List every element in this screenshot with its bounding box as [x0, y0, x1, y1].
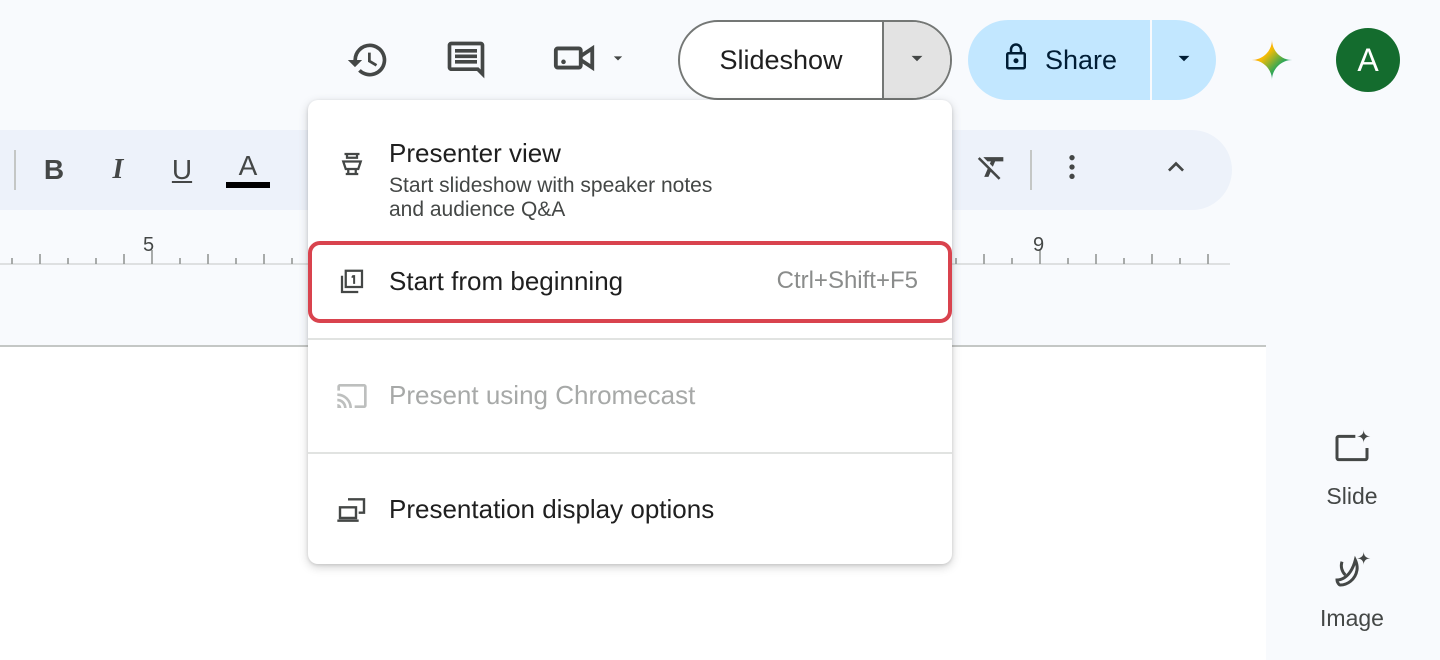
share-label: Share	[1044, 44, 1118, 75]
slide-sparkle-icon	[1332, 428, 1372, 473]
presenter-icon	[336, 148, 368, 180]
share-button-group: Share	[968, 20, 1216, 100]
ruler-number: 5	[143, 234, 155, 256]
menu-item-title: Start from beginning	[389, 266, 624, 296]
bold-button[interactable]: B	[32, 148, 76, 192]
italic-button[interactable]: I	[96, 148, 140, 192]
text-color-button[interactable]: A	[226, 148, 270, 192]
history-icon[interactable]	[344, 36, 392, 84]
display-options-icon	[336, 494, 368, 526]
video-camera-icon	[552, 35, 598, 86]
side-panel-label: Slide	[1326, 483, 1378, 509]
menu-item-presenter-view[interactable]: Presenter view Start slideshow with spea…	[308, 120, 952, 232]
text-color-swatch	[226, 182, 270, 188]
chevron-down-icon	[608, 48, 628, 73]
side-panel-slide-button[interactable]: Slide	[1300, 428, 1404, 510]
meet-button[interactable]	[552, 36, 642, 84]
lock-icon	[1001, 42, 1031, 79]
more-vert-icon	[1056, 151, 1088, 190]
menu-item-subtitle: Start slideshow with speaker notes	[389, 174, 713, 197]
chevron-down-icon	[904, 45, 930, 76]
comment-icon[interactable]	[442, 36, 490, 84]
toolbar-divider	[1030, 150, 1032, 190]
menu-item-display-options[interactable]: Presentation display options	[308, 468, 952, 552]
share-button[interactable]: Share	[968, 20, 1150, 100]
clear-formatting-button[interactable]	[970, 148, 1014, 192]
chevron-up-icon	[1160, 151, 1192, 190]
menu-item-title: Presenter view	[389, 138, 561, 168]
banana-sparkle-icon	[1332, 550, 1372, 595]
menu-divider	[308, 338, 952, 340]
side-panel-label: Image	[1320, 605, 1384, 631]
slideshow-button[interactable]: Slideshow	[680, 22, 882, 98]
slideshow-button-group: Slideshow	[678, 20, 952, 100]
side-panel-image-button[interactable]: Image	[1300, 550, 1404, 632]
menu-item-title: Presentation display options	[389, 494, 715, 524]
menu-item-title: Present using Chromecast	[389, 380, 696, 410]
share-dropdown-button[interactable]	[1150, 20, 1216, 100]
chevron-down-icon	[1171, 45, 1197, 76]
slideshow-dropdown-button[interactable]	[882, 22, 950, 98]
menu-divider	[308, 452, 952, 454]
gemini-sparkle-icon[interactable]	[1248, 36, 1296, 84]
menu-item-shortcut: Ctrl+Shift+F5	[776, 267, 918, 294]
ruler-number: 9	[1033, 234, 1045, 256]
menu-item-subtitle: and audience Q&A	[389, 198, 566, 221]
menu-item-start-from-beginning[interactable]: Start from beginning Ctrl+Shift+F5	[308, 241, 952, 323]
cast-icon	[336, 380, 368, 412]
slideshow-dropdown-menu: Presenter view Start slideshow with spea…	[308, 100, 952, 564]
more-options-button[interactable]	[1050, 148, 1094, 192]
menu-item-chromecast[interactable]: Present using Chromecast	[308, 354, 952, 438]
underline-button[interactable]: U	[160, 148, 204, 192]
avatar[interactable]: A	[1336, 28, 1400, 92]
collapse-toolbar-button[interactable]	[1154, 148, 1198, 192]
text-color-letter: A	[238, 150, 258, 181]
clear-formatting-icon	[975, 150, 1009, 191]
toolbar-divider	[14, 150, 16, 190]
slide-one-icon	[336, 266, 368, 298]
